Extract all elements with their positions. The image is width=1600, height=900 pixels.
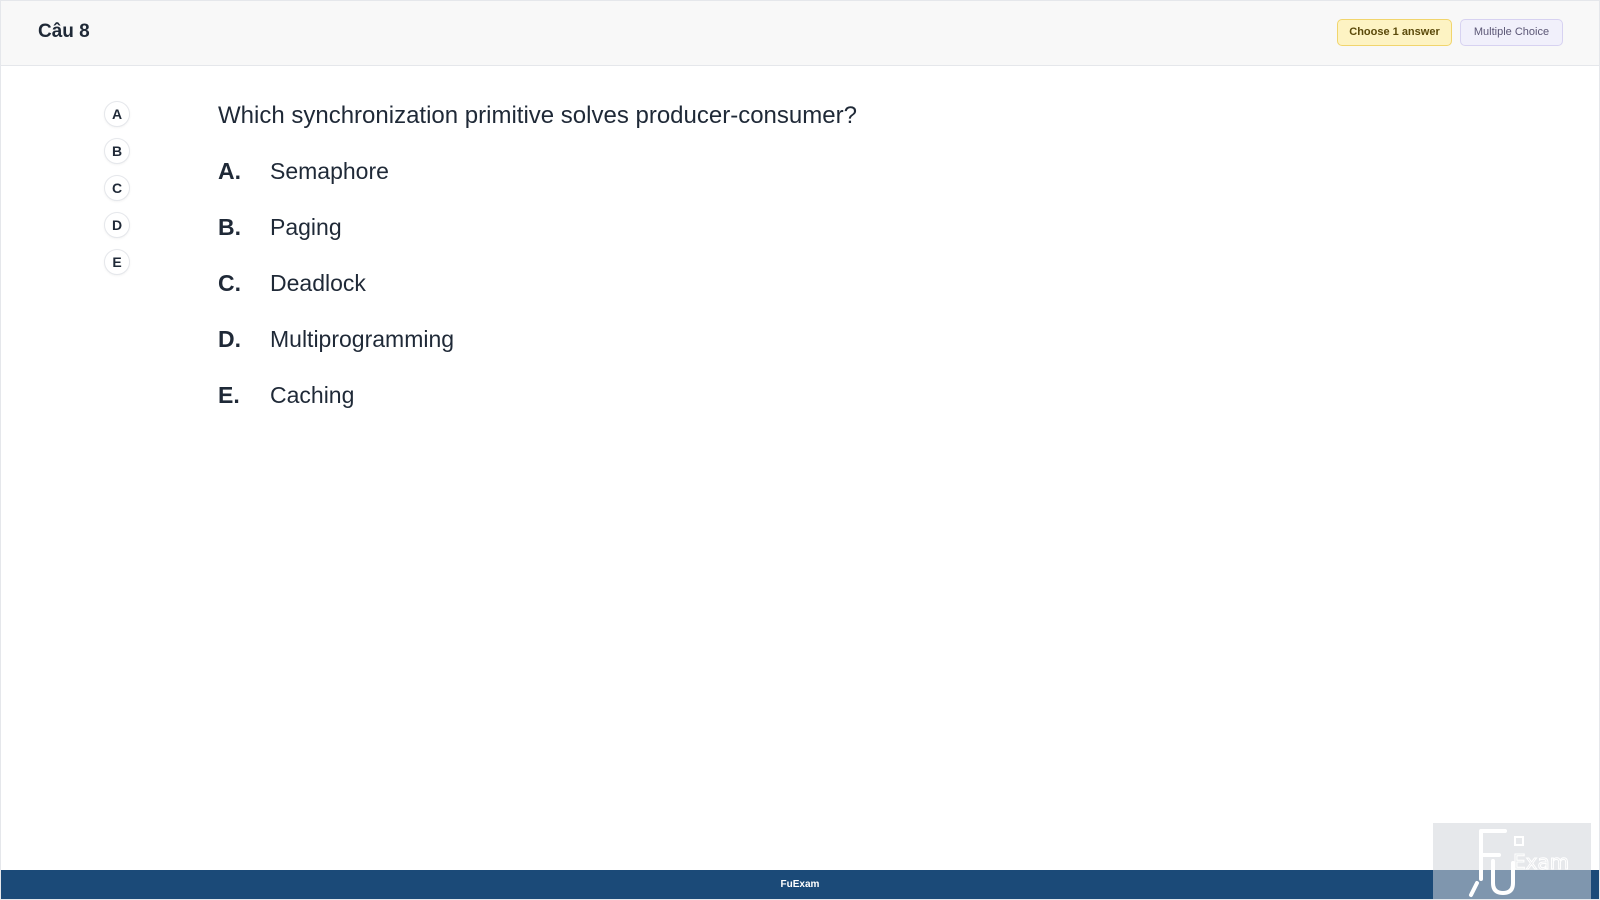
option-letter: E. (218, 382, 240, 408)
svg-text:Exam: Exam (1513, 850, 1569, 874)
option-letter: B. (218, 214, 241, 240)
answer-options: A. Semaphore B. Paging C. Deadlock D. Mu… (218, 158, 818, 438)
footer-brand: FuExam (780, 879, 820, 890)
option-c[interactable]: C. Deadlock (218, 270, 818, 326)
answer-nav-b[interactable]: B (104, 138, 130, 164)
question-type-badge: Multiple Choice (1460, 19, 1563, 46)
question-text: Which synchronization primitive solves p… (218, 102, 857, 129)
answer-nav-e[interactable]: E (104, 249, 130, 275)
answer-nav-c[interactable]: C (104, 175, 130, 201)
option-text: Paging (270, 214, 342, 240)
answer-nav: A B C D E (104, 101, 130, 286)
question-header: Câu 8 Choose 1 answer Multiple Choice (1, 1, 1599, 66)
option-a[interactable]: A. Semaphore (218, 158, 818, 214)
option-text: Caching (270, 382, 355, 408)
exam-page: Câu 8 Choose 1 answer Multiple Choice A … (0, 0, 1600, 900)
option-letter: C. (218, 270, 241, 296)
option-e[interactable]: E. Caching (218, 382, 818, 438)
option-text: Deadlock (270, 270, 366, 296)
question-number: Câu 8 (38, 21, 90, 42)
option-letter: D. (218, 326, 241, 352)
option-letter: A. (218, 158, 241, 184)
option-text: Semaphore (270, 158, 389, 184)
answer-nav-a[interactable]: A (104, 101, 130, 127)
fuexam-logo-watermark: Exam (1433, 823, 1591, 899)
option-b[interactable]: B. Paging (218, 214, 818, 270)
footer-bar: FuExam (1, 870, 1599, 899)
option-text: Multiprogramming (270, 326, 455, 352)
answer-nav-d[interactable]: D (104, 212, 130, 238)
option-d[interactable]: D. Multiprogramming (218, 326, 818, 382)
choose-answer-badge: Choose 1 answer (1337, 19, 1452, 46)
